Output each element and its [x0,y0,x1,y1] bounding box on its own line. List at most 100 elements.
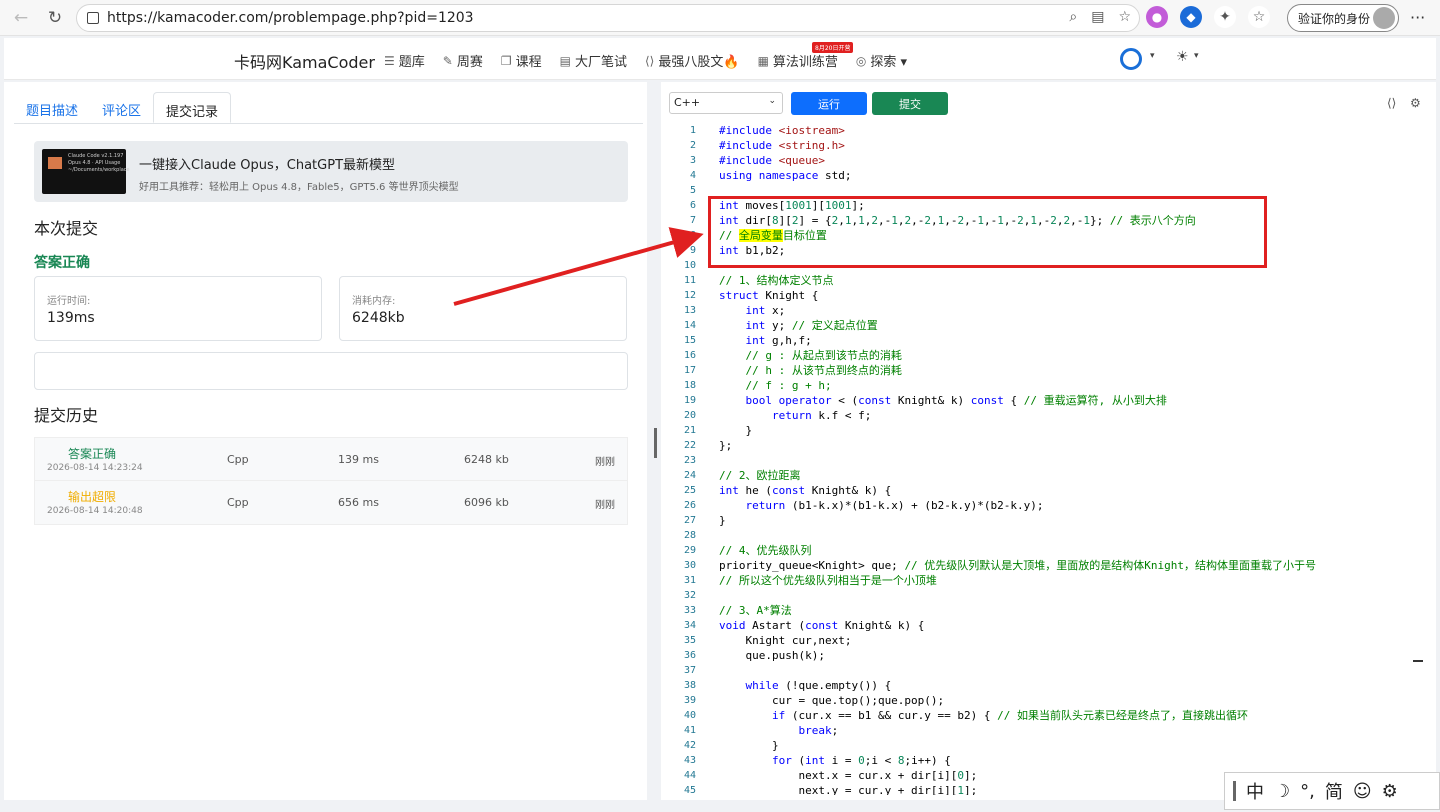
ime-punct-toggle[interactable]: °, [1300,781,1315,802]
profile-button[interactable]: 验证你的身份 [1287,4,1399,32]
code-text[interactable]: return k.f < f; [719,408,871,423]
code-line[interactable]: 29 // 4、优先级队列 [666,543,1431,558]
code-text[interactable]: // 2、欧拉距离 [719,468,801,483]
history-row[interactable]: 输出超限 2026-08-14 14:20:48 Cpp 656 ms 6096… [34,481,628,525]
ad-banner[interactable]: Claude Code v2.1.197 Opus 4.8 · API Usag… [34,141,628,202]
ime-chinese-toggle[interactable]: 中 [1246,778,1264,804]
code-line[interactable]: 1 #include <iostream> [666,123,1431,138]
code-line[interactable]: 37 [666,663,1431,678]
code-text[interactable]: break; [719,723,838,738]
url-text[interactable]: https://kamacoder.com/problempage.php?pi… [107,10,474,26]
code-text[interactable]: while (!que.empty()) { [719,678,892,693]
code-text[interactable]: // 1、结构体定义节点 [719,273,834,288]
power-icon[interactable] [1120,48,1142,70]
code-line[interactable]: 13 int x; [666,303,1431,318]
code-line[interactable]: 24 // 2、欧拉距离 [666,468,1431,483]
code-text[interactable]: using namespace std; [719,168,851,183]
code-text[interactable]: // g : 从起点到该节点的消耗 [719,348,902,363]
code-text[interactable]: // 4、优先级队列 [719,543,812,558]
code-text[interactable]: #include <iostream> [719,123,845,138]
panel-resize-handle[interactable] [654,428,657,458]
code-line[interactable]: 21 } [666,423,1431,438]
refresh-icon[interactable]: ↻ [40,3,70,33]
code-text[interactable]: Knight cur,next; [719,633,851,648]
nav-explore[interactable]: ◎ 探索 ▾ [856,51,907,71]
code-text[interactable]: for (int i = 0;i < 8;i++) { [719,753,951,768]
tab-comments[interactable]: 评论区 [90,92,153,123]
code-text[interactable]: cur = que.top();que.pop(); [719,693,944,708]
chevron-down-icon[interactable]: ▾ [1194,51,1199,61]
code-text[interactable]: } [719,513,726,528]
sun-icon[interactable]: ☀ [1176,49,1189,65]
code-line[interactable]: 27} [666,513,1431,528]
history-status[interactable]: 输出超限 [68,488,116,505]
drag-handle[interactable] [1233,781,1236,801]
code-line[interactable]: 42 } [666,738,1431,753]
reader-icon[interactable]: ▤ [1091,9,1104,25]
history-row[interactable]: 答案正确 2026-08-14 14:23:24 Cpp 139 ms 6248… [34,437,628,481]
code-text[interactable]: #include <queue> [719,153,825,168]
code-text[interactable]: return (b1-k.x)*(b1-k.x) + (b2-k.y)*(b2-… [719,498,1044,513]
code-text[interactable]: }; [719,438,732,453]
code-line[interactable]: 31 // 所以这个优先级队列相当于是一个小顶堆 [666,573,1431,588]
brand-logo[interactable]: 卡码网KamaCoder [234,49,375,73]
code-line[interactable]: 26 return (b1-k.x)*(b1-k.x) + (b2-k.y)*(… [666,498,1431,513]
run-button[interactable]: 运行 [791,92,867,115]
code-line[interactable]: 2 #include <string.h> [666,138,1431,153]
code-line[interactable]: 38 while (!que.empty()) { [666,678,1431,693]
favorites-icon[interactable]: ☆ [1248,6,1270,28]
ime-simplified-toggle[interactable]: 简 [1325,778,1343,804]
emoji-icon[interactable]: ☺ [1353,781,1372,802]
code-line[interactable]: 11 // 1、结构体定义节点 [666,273,1431,288]
code-line[interactable]: 40 if (cur.x == b1 && cur.y == b2) { // … [666,708,1431,723]
code-text[interactable]: } [719,738,779,753]
extensions-puzzle-icon[interactable]: ✦ [1214,6,1236,28]
gear-icon[interactable]: ⚙ [1410,96,1421,110]
code-text[interactable]: que.push(k); [719,648,824,663]
nav-interview[interactable]: ⟨⟩ 最强八股文🔥 [645,51,740,71]
history-status[interactable]: 答案正确 [68,445,116,462]
code-format-icon[interactable]: ⟨⟩ [1387,96,1396,110]
language-select[interactable]: C++ ⌄ [669,92,783,114]
code-text[interactable]: next.y = cur.y + dir[i][1]; [719,783,977,795]
zoom-icon[interactable]: ⌕ [1069,9,1077,25]
nav-exams[interactable]: ▤ 大厂笔试 [560,51,627,71]
code-line[interactable]: 34 void Astart (const Knight& k) { [666,618,1431,633]
code-text[interactable]: priority_queue<Knight> que; // 优先级队列默认是大… [719,558,1316,573]
code-text[interactable]: #include <string.h> [719,138,845,153]
code-text[interactable]: int y; // 定义起点位置 [719,318,878,333]
code-text[interactable]: // h : 从该节点到终点的消耗 [719,363,902,378]
ime-moon-icon[interactable]: ☽ [1274,781,1290,802]
address-bar[interactable]: https://kamacoder.com/problempage.php?pi… [76,4,1140,32]
code-line[interactable]: 28 [666,528,1431,543]
code-text[interactable]: void Astart (const Knight& k) { [719,618,924,633]
code-text[interactable]: int g,h,f; [719,333,812,348]
nav-weekly[interactable]: ✎ 周赛 [443,51,483,71]
more-menu-icon[interactable]: ··· [1410,8,1425,27]
code-line[interactable]: 4 using namespace std; [666,168,1431,183]
code-line[interactable]: 15 int g,h,f; [666,333,1431,348]
tab-submissions[interactable]: 提交记录 [153,92,232,123]
gear-icon[interactable]: ⚙ [1382,781,1398,802]
code-line[interactable]: 43 for (int i = 0;i < 8;i++) { [666,753,1431,768]
code-text[interactable]: // 3、A*算法 [719,603,792,618]
code-line[interactable]: 39 cur = que.top();que.pop(); [666,693,1431,708]
code-line[interactable]: 3 #include <queue> [666,153,1431,168]
code-line[interactable]: 23 [666,453,1431,468]
code-text[interactable]: struct Knight { [719,288,818,303]
code-line[interactable]: 20 return k.f < f; [666,408,1431,423]
code-line[interactable]: 14 int y; // 定义起点位置 [666,318,1431,333]
code-text[interactable]: // 所以这个优先级队列相当于是一个小顶堆 [719,573,937,588]
code-line[interactable]: 36 que.push(k); [666,648,1431,663]
extension-shield-icon[interactable]: ◆ [1180,6,1202,28]
submit-button[interactable]: 提交 [872,92,948,115]
code-text[interactable]: // f : g + h; [719,378,832,393]
nav-courses[interactable]: ❐ 课程 [501,51,542,71]
nav-training[interactable]: ▦ 算法训练营 [758,51,838,71]
code-text[interactable]: bool operator < (const Knight& k) const … [719,393,1167,408]
code-text[interactable]: next.x = cur.x + dir[i][0]; [719,768,977,783]
code-text[interactable]: if (cur.x == b1 && cur.y == b2) { // 如果当… [719,708,1248,723]
chevron-down-icon[interactable]: ▾ [1150,51,1155,61]
code-text[interactable]: int he (const Knight& k) { [719,483,891,498]
code-text[interactable]: } [719,423,752,438]
